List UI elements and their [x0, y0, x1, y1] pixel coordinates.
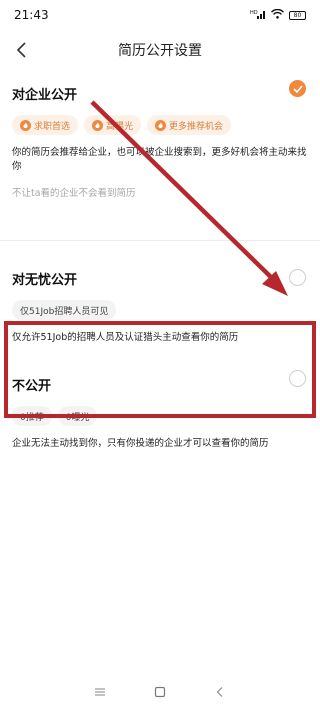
flame-icon	[20, 119, 31, 131]
status-bar: 21:43 HD 80	[0, 0, 320, 30]
page-title: 简历公开设置	[118, 43, 202, 59]
battery-icon: 80	[289, 10, 306, 20]
option-title: 不公开	[12, 379, 52, 394]
flame-icon	[92, 119, 104, 131]
flame-icon	[155, 119, 167, 131]
back-nav-button[interactable]	[210, 682, 230, 702]
system-nav-bar	[0, 673, 320, 711]
tag-label: 仅51Job招聘人员可见	[20, 306, 109, 317]
signal-label: HD	[250, 10, 258, 16]
tag: 高曝光	[84, 115, 142, 135]
option-radio[interactable]	[289, 370, 306, 387]
option-private[interactable]: 不公开 0推荐 0曝光 企业无法主动找到你，只有你投递的企业才可以查看你的简历	[0, 351, 320, 451]
menu-button[interactable]	[90, 682, 110, 702]
square-icon	[154, 686, 166, 698]
status-icons: HD 80	[250, 8, 306, 22]
tag: 0推荐	[12, 406, 52, 426]
option-radio[interactable]	[289, 269, 306, 286]
option-description: 仅允许51Job的招聘人员及认证猎头主动查看你的简历	[12, 332, 239, 343]
tag-label: 0推荐	[20, 412, 44, 423]
signal-icon: HD	[250, 9, 266, 22]
tag: 0曝光	[57, 406, 98, 426]
blocked-companies-link[interactable]: 不让ta看的企业不会看到简历	[12, 185, 308, 199]
tag-label: 更多推荐机会	[169, 121, 224, 132]
option-public-to-51job[interactable]: 对无忧公开 仅51Job招聘人员可见 仅允许51Job的招聘人员及认证猎头主动查…	[0, 241, 320, 351]
tag: 求职首选	[12, 115, 79, 135]
tag-list: 求职首选 高曝光 更多推荐机会	[12, 115, 308, 135]
tag: 仅51Job招聘人员可见	[12, 300, 117, 320]
tag-list: 0推荐 0曝光	[12, 406, 308, 426]
menu-icon	[95, 688, 105, 696]
wifi-icon	[270, 8, 285, 22]
check-icon	[292, 84, 303, 93]
home-button[interactable]	[150, 682, 170, 702]
option-title: 对无忧公开	[12, 273, 78, 288]
tag: 更多推荐机会	[147, 115, 232, 135]
option-title: 对企业公开	[12, 88, 78, 103]
tag-label: 高曝光	[106, 121, 134, 132]
tag-label: 0曝光	[65, 412, 90, 423]
option-public-to-companies[interactable]: 对企业公开 求职首选 高曝光 更多推荐机会 你的简历会推荐给企业，也可以被企业搜…	[0, 70, 320, 210]
option-description: 你的简历会推荐给企业，也可以被企业搜索到，更多好机会将主动来找你	[12, 147, 307, 172]
option-description: 企业无法主动找到你，只有你投递的企业才可以查看你的简历	[12, 438, 269, 449]
tag-label: 求职首选	[34, 121, 71, 132]
status-time: 21:43	[14, 8, 49, 22]
chevron-left-icon	[16, 42, 26, 58]
option-radio-checked[interactable]	[289, 80, 306, 97]
back-triangle-icon	[216, 687, 223, 697]
back-button[interactable]	[10, 38, 34, 62]
tag-list: 仅51Job招聘人员可见	[12, 300, 308, 320]
nav-bar: 简历公开设置	[0, 30, 320, 70]
